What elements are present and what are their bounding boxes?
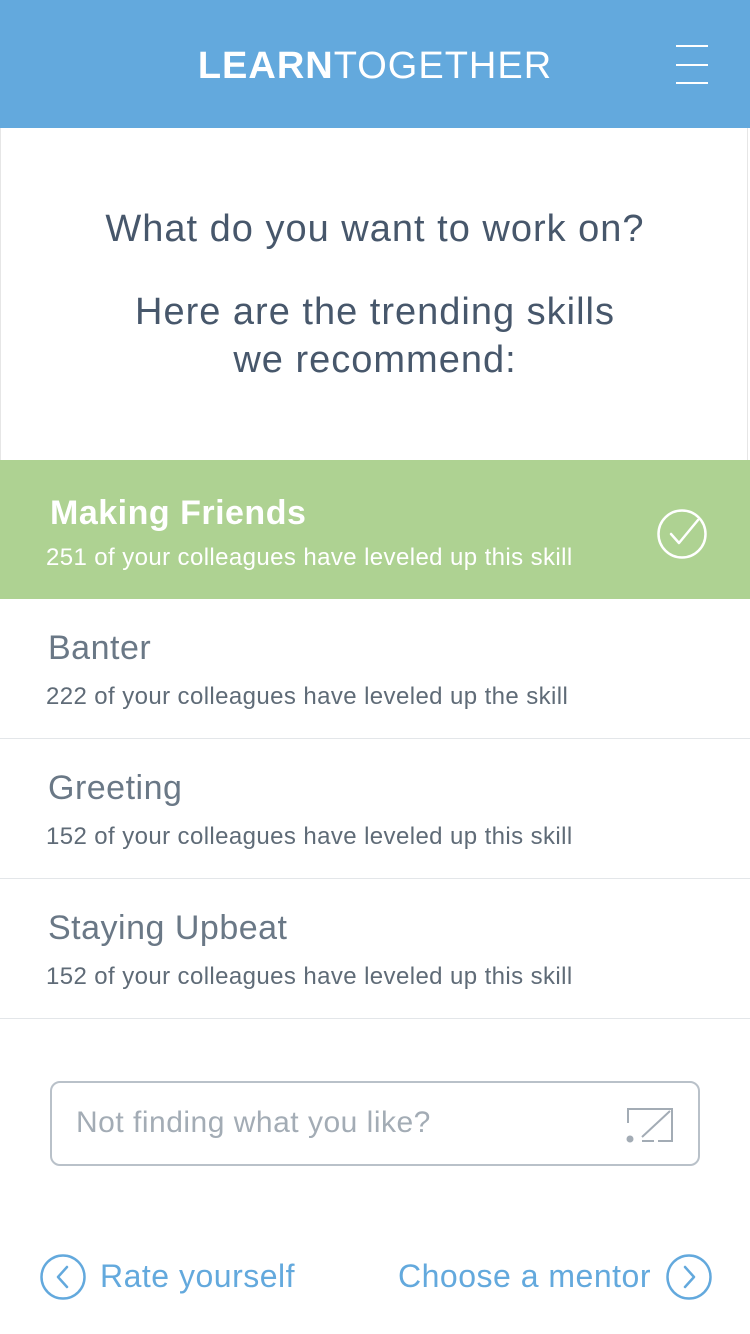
menu-line [676,82,708,84]
skill-description: 251 of your colleagues have leveled up t… [46,544,573,571]
skill-description: 222 of your colleagues have leveled up t… [46,683,569,710]
skill-name: Making Friends [50,494,307,532]
skill-description: 152 of your colleagues have leveled up t… [46,963,573,990]
edit-icon[interactable] [624,1105,676,1145]
hamburger-menu-icon[interactable] [668,40,716,88]
brand-bold-text: LEARN [197,45,334,87]
menu-line [676,64,708,66]
recommendation-line-2: we recommend: [233,339,517,381]
skills-list: Making Friends 251 of your colleagues ha… [0,460,750,1019]
intro-section: What do you want to work on? Here are th… [0,128,748,460]
brand-light-text: TOGETHER [333,45,553,87]
skill-item-making-friends[interactable]: Making Friends 251 of your colleagues ha… [0,460,750,599]
rate-yourself-label: Rate yourself [100,1258,296,1294]
chevron-right-circle-icon [666,1254,712,1300]
recommendation-line-1: Here are the trending skills [135,291,615,333]
skill-name: Greeting [48,769,183,807]
choose-mentor-label: Choose a mentor [398,1258,651,1294]
chevron-left-circle-icon [40,1254,86,1300]
skill-name: Banter [48,629,152,667]
search-box [50,1081,700,1166]
question-heading: What do you want to work on? [105,208,645,250]
search-input[interactable] [76,1093,596,1153]
skill-item-banter[interactable]: Banter 222 of your colleagues have level… [0,599,750,739]
checkmark-circle-icon[interactable] [656,508,708,560]
menu-line [676,45,708,47]
skill-description: 152 of your colleagues have leveled up t… [46,823,573,850]
skill-item-staying-upbeat[interactable]: Staying Upbeat 152 of your colleagues ha… [0,879,750,1019]
app-logo: LEARNTOGETHER [0,0,750,128]
recommendation-text: Here are the trending skills we recommen… [1,288,749,384]
skill-name: Staying Upbeat [48,909,288,947]
skill-item-greeting[interactable]: Greeting 152 of your colleagues have lev… [0,739,750,879]
app-header: LEARNTOGETHER [0,0,750,128]
